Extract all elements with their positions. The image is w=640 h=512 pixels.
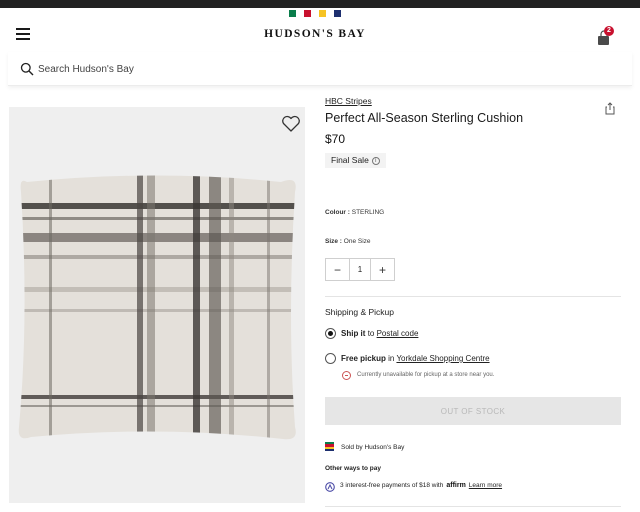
affirm-logo: affirm [446,482,466,489]
final-sale-badge: Final Sale i [325,153,386,168]
ship-it-option[interactable]: Ship it to Postal code [341,329,418,338]
colour-value: STERLING [351,209,385,216]
colour-label: Colour : [325,209,350,216]
cart-count-badge: 2 [604,26,614,36]
top-strip [0,0,640,8]
sold-by-text: Sold by Hudson's Bay [341,444,405,451]
final-sale-label: Final Sale [331,155,369,165]
shipping-title: Shipping & Pickup [325,307,394,317]
minus-circle-icon [342,371,351,380]
decrease-quantity-button[interactable]: − [326,259,349,280]
size-label: Size : [325,238,342,245]
section-divider [325,296,621,297]
info-icon[interactable]: i [371,156,380,165]
free-pickup-radio[interactable] [325,353,336,364]
store-link[interactable]: Yorkdale Shopping Centre [396,354,489,363]
size-value: One Size [343,238,371,245]
quantity-stepper: − 1 + [325,258,395,281]
ship-it-label: Ship it [341,329,366,338]
quantity-value[interactable]: 1 [349,259,371,280]
affirm-payment-row: 3 interest-free payments of $18 with aff… [340,482,502,489]
hbc-stripes-icon [325,442,334,451]
pickup-unavailable-text: Currently unavailable for pickup at a st… [357,372,495,378]
increase-quantity-button[interactable]: + [371,259,394,280]
postal-code-link[interactable]: Postal code [377,329,419,338]
search-icon [20,62,34,76]
other-ways-title: Other ways to pay [325,465,381,472]
site-header: HUDSON'S BAY 2 [0,8,640,52]
ship-to-text: to [367,329,375,338]
site-logo[interactable]: HUDSON'S BAY [240,28,390,40]
heart-icon[interactable] [281,115,301,133]
pickup-in-text: in [388,354,395,363]
size-attribute: Size : One Size [325,238,371,245]
product-title: Perfect All-Season Sterling Cushion [325,111,524,125]
ship-it-radio[interactable] [325,328,336,339]
brand-link[interactable]: HBC Stripes [325,96,372,106]
shopping-bag-icon[interactable]: 2 [596,26,614,47]
free-pickup-label: Free pickup [341,354,386,363]
product-image[interactable] [9,107,305,503]
section-divider-bottom [325,506,621,507]
affirm-payment-text: 3 interest-free payments of $18 with [340,482,444,489]
learn-more-link[interactable]: Learn more [469,482,502,489]
share-icon[interactable] [604,102,616,115]
menu-icon[interactable] [16,28,30,40]
hbc-stripes-logo [289,10,343,17]
colour-attribute: Colour : STERLING [325,209,384,216]
product-price: $70 [325,132,346,146]
search-bar[interactable] [8,52,632,86]
free-pickup-option[interactable]: Free pickup in Yorkdale Shopping Centre [341,354,490,363]
out-of-stock-button[interactable]: OUT OF STOCK [325,397,621,425]
affirm-icon [325,482,335,492]
search-input[interactable] [38,59,598,79]
